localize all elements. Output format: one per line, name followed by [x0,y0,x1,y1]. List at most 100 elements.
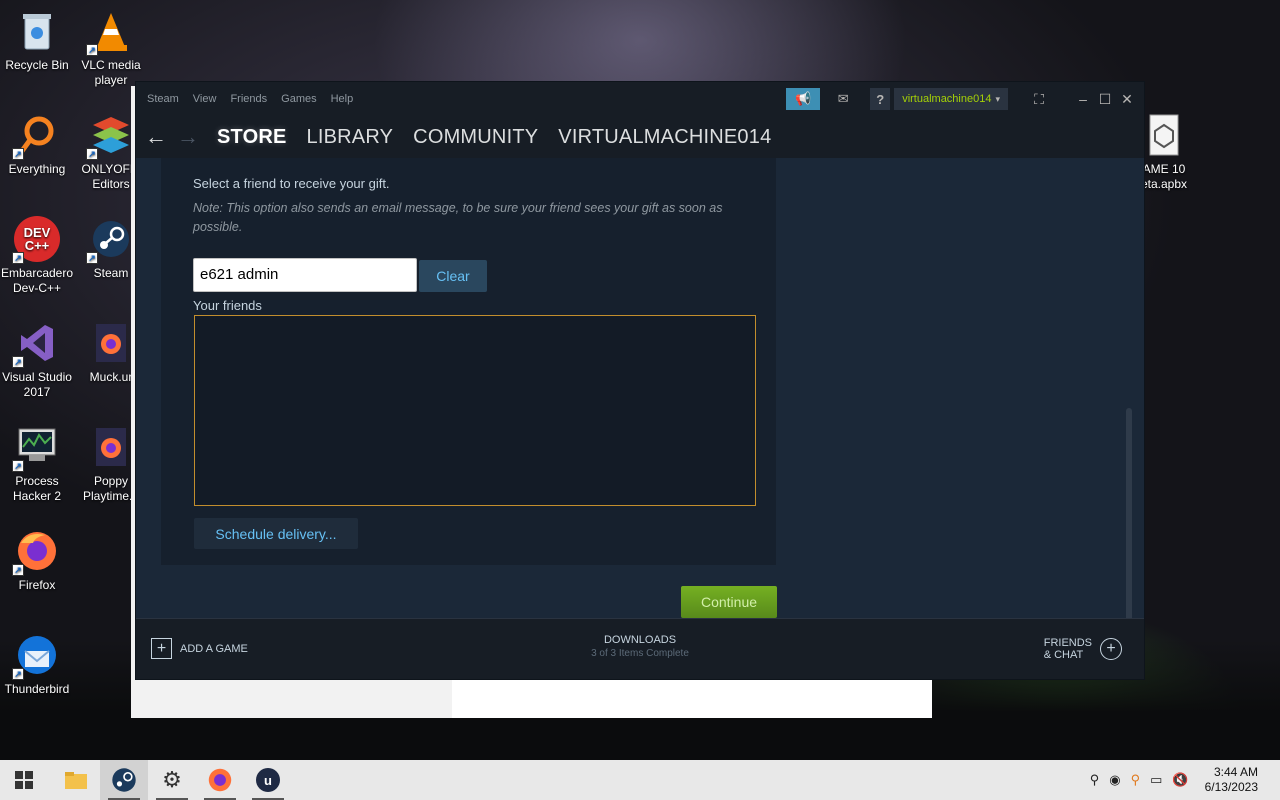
maximize-icon: ☐ [1098,90,1112,107]
recycle-bin-icon [14,8,60,54]
downloads-status[interactable]: DOWNLOADS 3 of 3 Items Complete [136,634,1144,659]
firefox-shortcut-icon [88,424,134,470]
downloads-title: DOWNLOADS [603,634,677,646]
steam-bottom-bar: + ADD A GAME DOWNLOADS 3 of 3 Items Comp… [136,618,1144,679]
people-icon[interactable]: ⚲ [1090,772,1100,788]
close-icon: ✕ [1121,90,1133,107]
gift-content: Select a friend to receive your gift. No… [136,158,1136,618]
menu-games[interactable]: Games [281,93,316,105]
menu-steam[interactable]: Steam [147,93,179,105]
steam-titlebar[interactable]: Steam View Friends Games Help 📢 ✉ ? virt… [136,82,1144,116]
menu-view[interactable]: View [193,93,217,105]
desktop-icon-visual-studio[interactable]: ↗ Visual Studio 2017 [0,320,76,400]
desktop-icon-label: Visual Studio 2017 [2,370,72,399]
minimize-icon: – [1079,91,1087,107]
windows-taskbar: ⚙ u ⚲ ◉ ⚲ ▭ 🔇 3:44 AM 6/13/2023 [0,760,1280,800]
svg-text:u: u [264,773,272,788]
back-arrow-icon[interactable]: ← [141,124,171,150]
desktop-icon-vlc[interactable]: ↗ VLC media player [72,8,150,88]
content-scrollbar[interactable] [1126,408,1132,618]
help-button[interactable]: ? [870,88,891,110]
minimize-button[interactable]: – [1072,88,1094,110]
friends-list-label: Your friends [193,298,262,313]
friend-search-input[interactable]: e621 admin [193,258,417,292]
devcpp-logo-text: DEV C++ [23,225,51,253]
desktop-icon-process-hacker[interactable]: ↗ Process Hacker 2 [0,424,76,504]
desktop-icon-label: Process Hacker 2 [12,474,62,503]
menu-friends[interactable]: Friends [230,93,267,105]
system-tray: ⚲ ◉ ⚲ ▭ 🔇 3:44 AM 6/13/2023 [1090,760,1258,800]
big-picture-icon: ⛶ [1034,90,1044,107]
gear-icon: ⚙ [162,767,182,792]
thunderbird-icon: ↗ [12,632,60,680]
everything-search-icon: ↗ [12,112,60,160]
search-tray-icon[interactable]: ⚲ [1131,772,1141,788]
desktop-icon-thunderbird[interactable]: ↗ Thunderbird [0,632,76,697]
firefox-shortcut-icon [88,320,134,366]
taskbar-file-explorer[interactable] [52,760,100,800]
account-menu[interactable]: virtualmachine014 ▾ [894,88,1008,110]
start-button[interactable] [0,760,48,800]
taskbar-steam[interactable] [100,760,148,800]
clock-time: 3:44 AM [1213,765,1258,779]
nav-profile[interactable]: VIRTUALMACHINE014 [558,126,771,149]
schedule-delivery-button[interactable]: Schedule delivery... [194,518,358,549]
nav-store[interactable]: STORE [217,126,287,149]
desktop-icon-firefox[interactable]: ↗ Firefox [0,528,76,593]
folder-icon [65,772,87,789]
account-name: virtualmachine014 [902,93,992,105]
gift-recipient-panel: Select a friend to receive your gift. No… [161,158,776,565]
firefox-icon: ↗ [12,528,60,576]
clock[interactable]: 3:44 AM 6/13/2023 [1205,765,1258,795]
taskbar-unreal[interactable]: u [244,760,292,800]
titlebar-controls: 📢 ✉ ? virtualmachine014 ▾ ⛶ – ☐ ✕ [786,82,1144,116]
notifications-button[interactable]: ✉ [828,88,858,110]
unreal-engine-icon: u [256,768,280,792]
friends-chat-label: FRIENDS & CHAT [1044,637,1092,661]
taskbar-settings[interactable]: ⚙ [148,760,196,800]
maximize-button[interactable]: ☐ [1094,88,1116,110]
gift-note: Note: This option also sends an email me… [193,201,723,234]
firefox-icon [208,768,232,792]
gift-prompt: Select a friend to receive your gift. [193,176,390,191]
envelope-icon: ✉ [837,91,849,106]
desktop-icon-label: Recycle Bin [5,58,69,72]
downloads-progress-text: 3 of 3 Items Complete [591,648,689,659]
steam-menu-bar: Steam View Friends Games Help [136,93,353,105]
steam-navbar: ← → STORE LIBRARY COMMUNITY VIRTUALMACHI… [136,116,1144,158]
windows-logo-icon [15,771,33,789]
steam-window[interactable]: Steam View Friends Games Help 📢 ✉ ? virt… [136,82,1144,679]
desktop-icon-everything[interactable]: ↗ Everything [0,112,76,177]
chevron-down-icon: ▾ [995,93,1000,104]
clear-button[interactable]: Clear [419,260,487,292]
process-hacker-icon: ↗ [12,424,60,472]
add-friend-icon: + [1100,638,1122,660]
announcement-button[interactable]: 📢 [786,88,821,110]
continue-button[interactable]: Continue [681,586,777,618]
steam-icon: ↗ [86,216,134,264]
forward-arrow-icon[interactable]: → [173,124,203,150]
file-icon [1141,112,1187,158]
clock-date: 6/13/2023 [1204,780,1258,794]
nav-library[interactable]: LIBRARY [307,126,394,149]
menu-help[interactable]: Help [331,93,354,105]
big-picture-button[interactable]: ⛶ [1028,88,1050,110]
desktop-icon-recycle-bin[interactable]: Recycle Bin [0,8,76,73]
friends-chat-button[interactable]: FRIENDS & CHAT + [1044,637,1122,661]
taskbar-firefox[interactable] [196,760,244,800]
vlc-icon: ↗ [86,8,134,56]
volume-muted-icon[interactable]: 🔇 [1172,772,1188,788]
desktop-icon-label: Embarcadero Dev-C++ [0,266,74,295]
onlyoffice-icon: ↗ [86,112,134,160]
desktop-icon-label: Firefox [18,578,56,592]
friends-list[interactable] [194,315,756,506]
close-button[interactable]: ✕ [1116,88,1138,110]
network-icon[interactable]: ▭ [1150,772,1162,788]
steam-tray-icon[interactable]: ◉ [1109,772,1120,788]
devcpp-icon: DEV C++ ↗ [12,216,60,264]
desktop-icon-devcpp[interactable]: DEV C++ ↗ Embarcadero Dev-C++ [0,216,76,296]
visual-studio-icon: ↗ [12,320,60,368]
friends-chat-line1: FRIENDS [1043,637,1092,649]
desktop-icon-label: Thunderbird [4,682,70,696]
nav-community[interactable]: COMMUNITY [413,126,538,149]
